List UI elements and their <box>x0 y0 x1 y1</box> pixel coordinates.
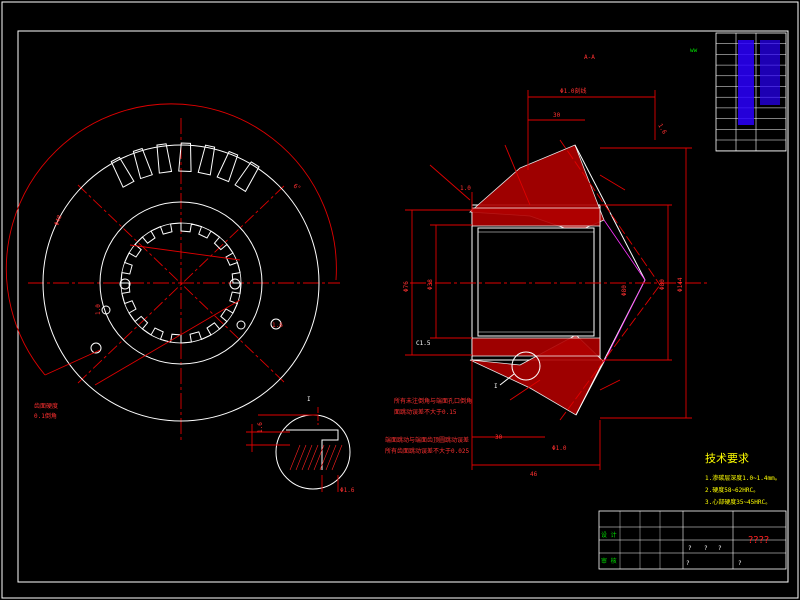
dim-label: C1.5 <box>416 340 431 347</box>
title-cell: ? <box>738 560 742 567</box>
outer-frame <box>1 1 799 599</box>
gear-tooth <box>132 147 153 180</box>
dim-label: Φ48 <box>53 214 63 227</box>
center-notes: 所有未注倒角与端面孔口倒角 面跳动误差不大于0.15 端面跳动与端面齿顶圆跳动误… <box>385 397 472 455</box>
hatch-line <box>301 444 313 471</box>
dim-label: 1.6 <box>257 422 264 433</box>
hub-hatch-top <box>471 207 601 227</box>
dim-label: 30 <box>495 434 503 441</box>
dim-label: Φ1.6 <box>340 487 355 494</box>
hatch-line <box>295 444 307 471</box>
key-detail-view: I 1.6 Φ1.6 <box>246 396 355 494</box>
dim-label: 1.6 <box>656 123 668 136</box>
dim-label: 6° <box>292 183 302 193</box>
cad-drawing-canvas: 6° Φ48 齿面硬度 0.1倒角 1.0 1.6 I 1.6 Φ1.6 A-A… <box>1 1 799 599</box>
title-row-label: 设 计 <box>601 531 617 539</box>
note-line: 面跳动误差不大于0.15 <box>394 408 457 416</box>
gear-tooth <box>156 143 173 174</box>
hatch-line <box>325 444 337 471</box>
gear-tooth <box>197 144 216 176</box>
section-label: A-A <box>584 54 595 61</box>
front-view: 6° Φ48 齿面硬度 0.1倒角 1.0 1.6 <box>5 103 340 440</box>
surface-mark: ww <box>690 47 698 54</box>
dim-label: 1.6 <box>272 322 283 329</box>
dim-label: Φ1.0刻线 <box>560 87 586 95</box>
title-row-label: 审 核 <box>601 557 617 565</box>
dim-label: Φ144 <box>677 277 684 292</box>
dim-label: 1.0 <box>95 304 102 315</box>
title-cell: ? <box>704 545 708 552</box>
title-cell: ? <box>686 560 690 567</box>
detail-marker: I <box>494 383 498 390</box>
hatch-line <box>331 444 343 471</box>
tech-item: 2.硬度58~62HRC。 <box>705 486 759 494</box>
section-b-label: I <box>307 396 311 403</box>
dim-label: Φ38 <box>427 279 434 290</box>
bore-outline <box>477 227 595 337</box>
dim-label: Φ76 <box>403 281 410 292</box>
note-line: 所有齿面跳动误差不大于0.025 <box>385 447 469 455</box>
note-line: 所有未注倒角与端面孔口倒角 <box>394 397 472 405</box>
note-line: 端面跳动与端面齿顶圆跳动误差 <box>385 436 469 444</box>
tech-title: 技术要求 <box>705 452 749 465</box>
revision-table <box>715 32 787 152</box>
dim-label: 46 <box>530 471 538 478</box>
dim-label: Φ80 <box>659 279 666 290</box>
dim-label: Φ80 <box>621 285 628 296</box>
tech-item: 1.渗碳层深度1.0~1.4mm。 <box>705 474 781 482</box>
dim-label: 1.0 <box>460 185 471 192</box>
hatch-line <box>307 444 319 471</box>
hatch-line <box>289 444 301 471</box>
title-cell: ? <box>718 545 722 552</box>
dim-note: 齿面硬度 <box>34 402 58 410</box>
title-cell: ? <box>688 545 692 552</box>
dim-label: 30 <box>553 112 561 119</box>
inner-frame <box>17 30 789 583</box>
dim-note: 0.1倒角 <box>34 412 57 420</box>
technical-requirements: 技术要求 1.渗碳层深度1.0~1.4mm。 2.硬度58~62HRC。 3.心… <box>705 452 781 506</box>
title-block-name: ???? <box>748 535 769 546</box>
title-block: ???? 设 计 审 核 ? ? ? ? ? <box>598 510 787 570</box>
dim-label: Φ1.0 <box>552 445 567 452</box>
tech-item: 3.心部硬度35~45HRC。 <box>705 498 771 506</box>
hub-hatch-bottom <box>471 337 601 357</box>
